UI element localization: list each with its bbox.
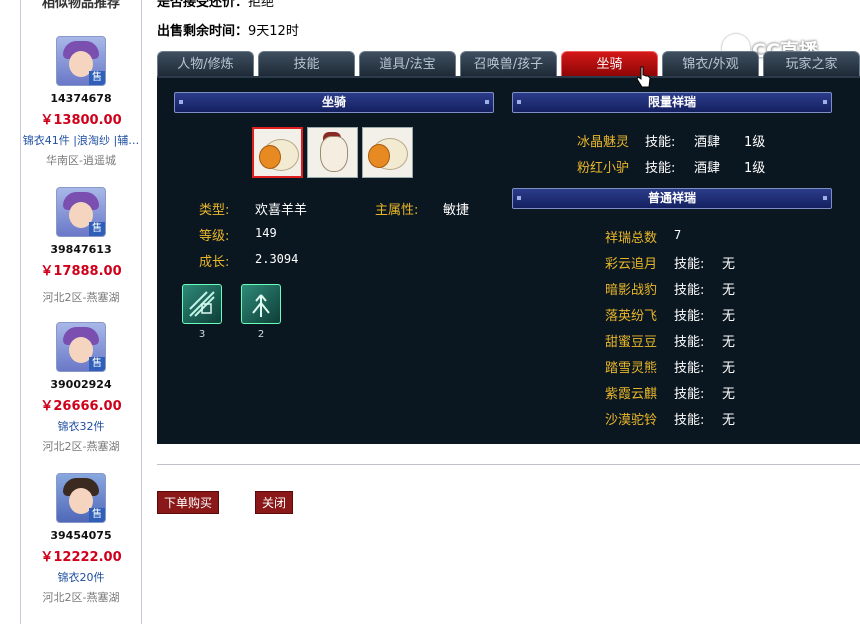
normal-skill-value: 无 xyxy=(722,257,736,272)
normal-mount-name: 沙漠驼铃 xyxy=(605,413,658,428)
level-label: 等级: xyxy=(199,229,230,244)
limited-skill-level: 1级 xyxy=(744,135,766,150)
normal-mount-name: 紫霞云麒 xyxy=(605,387,658,402)
sell-badge: 售 xyxy=(89,357,105,371)
normal-skill-value: 无 xyxy=(722,361,736,376)
normal-skill-label: 技能: xyxy=(674,361,705,376)
avatar[interactable]: 售 xyxy=(56,187,106,237)
skill-level: 2 xyxy=(257,329,265,340)
item-extra-link[interactable]: 锦衣20件 xyxy=(21,569,141,585)
limited-skill-value: 酒肆 xyxy=(694,135,721,150)
mount-skill-icon[interactable] xyxy=(182,284,222,324)
total-label: 祥瑞总数 xyxy=(605,231,658,246)
normal-skill-label: 技能: xyxy=(674,283,705,298)
item-server: 河北2区-燕塞湖 xyxy=(42,291,120,304)
sell-badge: 售 xyxy=(89,222,105,236)
normal-mount-name: 落英纷飞 xyxy=(605,309,658,324)
skill-level: 3 xyxy=(198,329,206,340)
limited-mount-name: 粉红小驴 xyxy=(577,161,630,176)
item-id: 39454075 xyxy=(50,529,112,542)
normal-skill-value: 无 xyxy=(722,335,736,350)
normal-mount-name: 踏雪灵熊 xyxy=(605,361,658,376)
type-value: 欢喜羊羊 xyxy=(255,203,308,218)
similar-item-card[interactable]: 售 39847613 ￥17888.00 河北2区-燕塞湖 xyxy=(21,187,141,305)
limited-skill-level: 1级 xyxy=(744,161,766,176)
tab-skills[interactable]: 技能 xyxy=(258,51,355,76)
mount-skill-icon[interactable] xyxy=(241,284,281,324)
bargain-value: 拒绝 xyxy=(248,0,275,10)
item-id: 39002924 xyxy=(50,378,112,391)
tab-player-home[interactable]: 玩家之家 xyxy=(763,51,860,76)
similar-item-card[interactable]: 售 14374678 ￥13800.00 锦衣41件 |浪淘纱 |辅… 华南区-… xyxy=(21,36,141,168)
growth-label: 成长: xyxy=(199,255,230,270)
bargain-info: 是否接受还价：拒绝 xyxy=(157,0,274,10)
tab-items[interactable]: 道具/法宝 xyxy=(359,51,456,76)
similar-item-card[interactable]: 售 39454075 ￥12222.00 锦衣20件 河北2区-燕塞湖 xyxy=(21,473,141,605)
item-price: ￥12222.00 xyxy=(40,550,122,565)
tab-character[interactable]: 人物/修炼 xyxy=(157,51,254,76)
divider xyxy=(157,464,860,465)
main-attr-label: 主属性: xyxy=(375,203,419,218)
normal-skill-label: 技能: xyxy=(674,309,705,324)
mount-panel: 坐骑 限量祥瑞 类型: 欢喜羊羊 主属性: 敏捷 等级: 149 成长: 2.3… xyxy=(157,76,860,444)
mount-thumb-sheep[interactable] xyxy=(362,127,413,178)
limited-skill-label: 技能: xyxy=(645,161,676,176)
item-extra-link[interactable]: 锦衣32件 xyxy=(21,418,141,434)
limited-section-header: 限量祥瑞 xyxy=(512,92,832,113)
normal-skill-label: 技能: xyxy=(674,413,705,428)
item-extra-link[interactable]: 锦衣41件 |浪淘纱 |辅… xyxy=(21,132,141,148)
growth-value: 2.3094 xyxy=(255,252,299,266)
item-price: ￥26666.00 xyxy=(40,399,122,414)
item-id: 14374678 xyxy=(50,92,112,105)
normal-skill-value: 无 xyxy=(722,309,736,324)
sell-badge: 售 xyxy=(89,508,105,522)
close-button[interactable]: 关闭 xyxy=(255,491,293,514)
normal-skill-label: 技能: xyxy=(674,335,705,350)
normal-skill-label: 技能: xyxy=(674,257,705,272)
similar-item-card[interactable]: 售 39002924 ￥26666.00 锦衣32件 河北2区-燕塞湖 xyxy=(21,322,141,454)
mount-thumb-sheep-selected[interactable] xyxy=(252,127,303,178)
type-label: 类型: xyxy=(199,203,230,218)
mount-thumb-donkey[interactable] xyxy=(307,127,358,178)
normal-mount-name: 甜蜜豆豆 xyxy=(605,335,658,350)
normal-mount-name: 暗影战豹 xyxy=(605,283,658,298)
normal-mount-name: 彩云追月 xyxy=(605,257,658,272)
level-value: 149 xyxy=(255,226,277,240)
normal-section-header: 普通祥瑞 xyxy=(512,188,832,209)
item-price: ￥13800.00 xyxy=(40,113,122,128)
normal-skill-value: 无 xyxy=(722,387,736,402)
avatar[interactable]: 售 xyxy=(56,36,106,86)
buy-button[interactable]: 下单购买 xyxy=(157,491,219,514)
limited-skill-label: 技能: xyxy=(645,135,676,150)
tab-outfits[interactable]: 锦衣/外观 xyxy=(662,51,759,76)
main-attr-value: 敏捷 xyxy=(443,203,470,218)
item-id: 39847613 xyxy=(50,243,112,256)
item-server: 华南区-逍遥城 xyxy=(46,154,116,167)
mount-section-header: 坐骑 xyxy=(174,92,494,113)
sidebar-title: 相似物品推荐 xyxy=(41,0,120,11)
remain-value: 9天12时 xyxy=(248,24,299,39)
normal-skill-value: 无 xyxy=(722,283,736,298)
remain-label: 出售剩余时间： xyxy=(157,24,249,39)
limited-mount-name: 冰晶魅灵 xyxy=(577,135,630,150)
item-price: ￥17888.00 xyxy=(40,264,122,279)
normal-skill-label: 技能: xyxy=(674,387,705,402)
similar-items-sidebar: 相似物品推荐 售 14374678 ￥13800.00 锦衣41件 |浪淘纱 |… xyxy=(20,0,142,624)
item-server: 河北2区-燕塞湖 xyxy=(42,591,120,604)
tab-summons[interactable]: 召唤兽/孩子 xyxy=(460,51,557,76)
total-value: 7 xyxy=(674,228,682,242)
sell-badge: 售 xyxy=(89,71,105,85)
normal-skill-value: 无 xyxy=(722,413,736,428)
avatar[interactable]: 售 xyxy=(56,473,106,523)
remaining-time: 出售剩余时间：9天12时 xyxy=(157,20,299,39)
avatar[interactable]: 售 xyxy=(56,322,106,372)
limited-skill-value: 酒肆 xyxy=(694,161,721,176)
item-server: 河北2区-燕塞湖 xyxy=(42,440,120,453)
bargain-label: 是否接受还价： xyxy=(157,0,249,10)
